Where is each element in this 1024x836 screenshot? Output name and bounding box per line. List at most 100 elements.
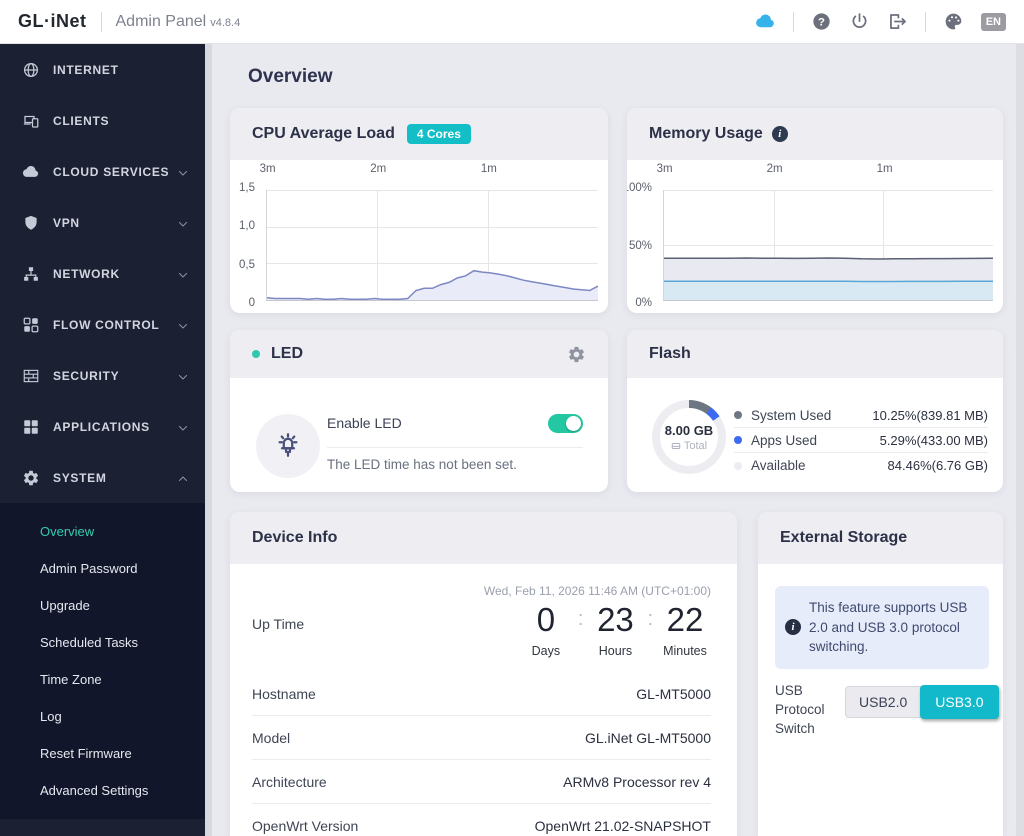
device-row-hostname: Hostname GL-MT5000	[252, 672, 711, 716]
uptime-number: 23	[597, 601, 634, 638]
admin-panel-title: Admin Panel v4.8.4	[116, 13, 241, 31]
led-settings-gear-icon[interactable]	[567, 345, 586, 364]
device-card-header: Device Info	[230, 512, 737, 564]
globe-icon	[22, 61, 40, 79]
storage-card-title: External Storage	[780, 529, 908, 546]
cpu-load-card: CPU Average Load 4 Cores 1,5 1,0 0,5 0 3m 2m…	[230, 108, 608, 313]
flash-card: Flash 8.00 GB Total System Used 10.25%(83…	[627, 330, 1003, 492]
y-tick-label: 50%	[628, 239, 652, 252]
submenu-item-time-zone[interactable]: Time Zone	[0, 661, 205, 698]
memory-info-icon[interactable]	[771, 126, 788, 142]
system-datetime: Wed, Feb 11, 2026 11:46 AM (UTC+01:00)	[483, 584, 711, 598]
y-tick-label: 0,5	[239, 258, 255, 271]
led-divider	[327, 447, 583, 448]
storage-info-icon[interactable]	[785, 619, 801, 636]
x-tick-label: 2m	[766, 163, 783, 175]
device-row-label: OpenWrt Version	[252, 817, 359, 834]
sidebar-item-label: SYSTEM	[53, 470, 107, 485]
flash-legend-row-apps-used: Apps Used 5.29%(433.00 MB)	[734, 428, 988, 453]
sidebar-menu: INTERNET CLIENTS CLOUD SERVICES VPN NETWORK F…	[0, 44, 205, 819]
uptime-hours: 23 Hours	[589, 601, 641, 658]
chevron-down-icon	[177, 166, 189, 178]
language-badge[interactable]: EN	[980, 12, 1006, 31]
sidebar-item-applications[interactable]: APPLICATIONS	[0, 401, 205, 452]
uptime-separator: :	[577, 608, 584, 630]
y-tick-label: 100%	[627, 182, 652, 194]
sidebar-item-label: CLOUD SERVICES	[53, 164, 170, 179]
legend-dot-icon	[734, 411, 742, 419]
enable-led-toggle[interactable]	[548, 413, 583, 433]
logout-icon[interactable]	[887, 11, 908, 32]
legend-dot-icon	[734, 436, 742, 444]
uptime-unit: Days	[531, 644, 561, 659]
svg-text:?: ?	[818, 17, 825, 29]
cpu-line-series	[267, 269, 598, 300]
sidebar-item-cloud-services[interactable]: CLOUD SERVICES	[0, 146, 205, 197]
flow-icon	[22, 316, 40, 334]
led-status-dot	[252, 350, 260, 358]
submenu-item-admin-password[interactable]: Admin Password	[0, 550, 205, 587]
legend-value: 5.29%(433.00 MB)	[879, 432, 988, 448]
submenu-item-advanced-settings[interactable]: Advanced Settings	[0, 772, 205, 809]
storage-card-header: External Storage	[758, 512, 1003, 564]
y-tick-label: 0%	[635, 297, 652, 309]
glinet-logo[interactable]: GL·iNet	[18, 11, 87, 32]
uptime-separator: :	[647, 608, 653, 630]
usb2-0-button[interactable]: USB2.0	[846, 687, 920, 717]
cpu-chart: 1,5 1,0 0,5 0 3m 2m 1m	[230, 160, 608, 313]
cloud-icon[interactable]	[755, 11, 776, 32]
memory-usage-card: Memory Usage 100% 50% 0% 3m 2m 1m	[627, 108, 1003, 313]
power-icon[interactable]	[849, 11, 870, 32]
flash-legend-row-system-used: System Used 10.25%(839.81 MB)	[734, 403, 988, 428]
y-tick-label: 0	[248, 296, 255, 309]
led-card-title: LED	[271, 345, 303, 362]
submenu-item-upgrade[interactable]: Upgrade	[0, 587, 205, 624]
sidebar-item-network[interactable]: NETWORK	[0, 248, 205, 299]
chevron-down-icon	[177, 421, 189, 433]
cloud-icon	[22, 163, 40, 181]
sidebar-item-flow-control[interactable]: FLOW CONTROL	[0, 299, 205, 350]
chevron-down-icon	[177, 268, 189, 280]
submenu-item-log[interactable]: Log	[0, 698, 205, 735]
version-label: v4.8.4	[210, 16, 241, 29]
help-icon[interactable]: ?	[811, 11, 832, 32]
memory-x-axis: 3m 2m 1m	[657, 163, 993, 179]
device-row-openwrt-version: OpenWrt Version OpenWrt 21.02-SNAPSHOT	[252, 804, 711, 836]
scrollbar-right[interactable]	[1016, 44, 1024, 836]
chevron-up-icon	[177, 472, 189, 484]
legend-label: Apps Used	[751, 432, 818, 448]
gear-icon	[22, 469, 40, 487]
sidebar: INTERNET CLIENTS CLOUD SERVICES VPN NETWORK F…	[0, 44, 205, 836]
submenu-item-scheduled-tasks[interactable]: Scheduled Tasks	[0, 624, 205, 661]
sidebar-item-security[interactable]: SECURITY	[0, 350, 205, 401]
page-title: Overview	[248, 66, 333, 87]
memory-line-series	[664, 257, 993, 300]
theme-palette-icon[interactable]	[943, 11, 964, 32]
uptime-number: 22	[666, 601, 704, 638]
device-row-value: ARMv8 Processor rev 4	[563, 773, 711, 790]
admin-panel-label: Admin Panel	[115, 12, 207, 30]
sidebar-item-clients[interactable]: CLIENTS	[0, 95, 205, 146]
sidebar-item-vpn[interactable]: VPN	[0, 197, 205, 248]
header-divider	[924, 11, 926, 32]
sidebar-item-label: SECURITY	[53, 368, 120, 383]
sidebar-item-label: APPLICATIONS	[53, 419, 150, 434]
device-info-rows: Hostname GL-MT5000 Model GL.iNet GL-MT5000 A…	[252, 672, 711, 836]
sidebar-item-label: CLIENTS	[53, 113, 110, 128]
x-tick-label: 3m	[656, 163, 673, 175]
memory-plot-area	[663, 190, 993, 301]
sidebar-item-system[interactable]: SYSTEM	[0, 452, 205, 503]
submenu-item-reset-firmware[interactable]: Reset Firmware	[0, 735, 205, 772]
legend-dot-icon	[734, 461, 742, 470]
usb3-0-button[interactable]: USB3.0	[920, 685, 999, 719]
apps-icon	[22, 418, 40, 436]
submenu-item-overview[interactable]: Overview	[0, 513, 205, 550]
scrollbar-left[interactable]	[205, 44, 212, 836]
sidebar-item-internet[interactable]: INTERNET	[0, 44, 205, 95]
led-note: The LED time has not been set.	[327, 457, 517, 472]
device-row-label: Architecture	[252, 773, 327, 790]
top-bar: GL·iNet Admin Panel v4.8.4 ? EN	[0, 0, 1024, 44]
uptime-minutes: 22 Minutes	[659, 601, 711, 658]
chevron-down-icon	[177, 370, 189, 382]
system-submenu: Overview Admin Password Upgrade Scheduled T…	[0, 503, 205, 819]
